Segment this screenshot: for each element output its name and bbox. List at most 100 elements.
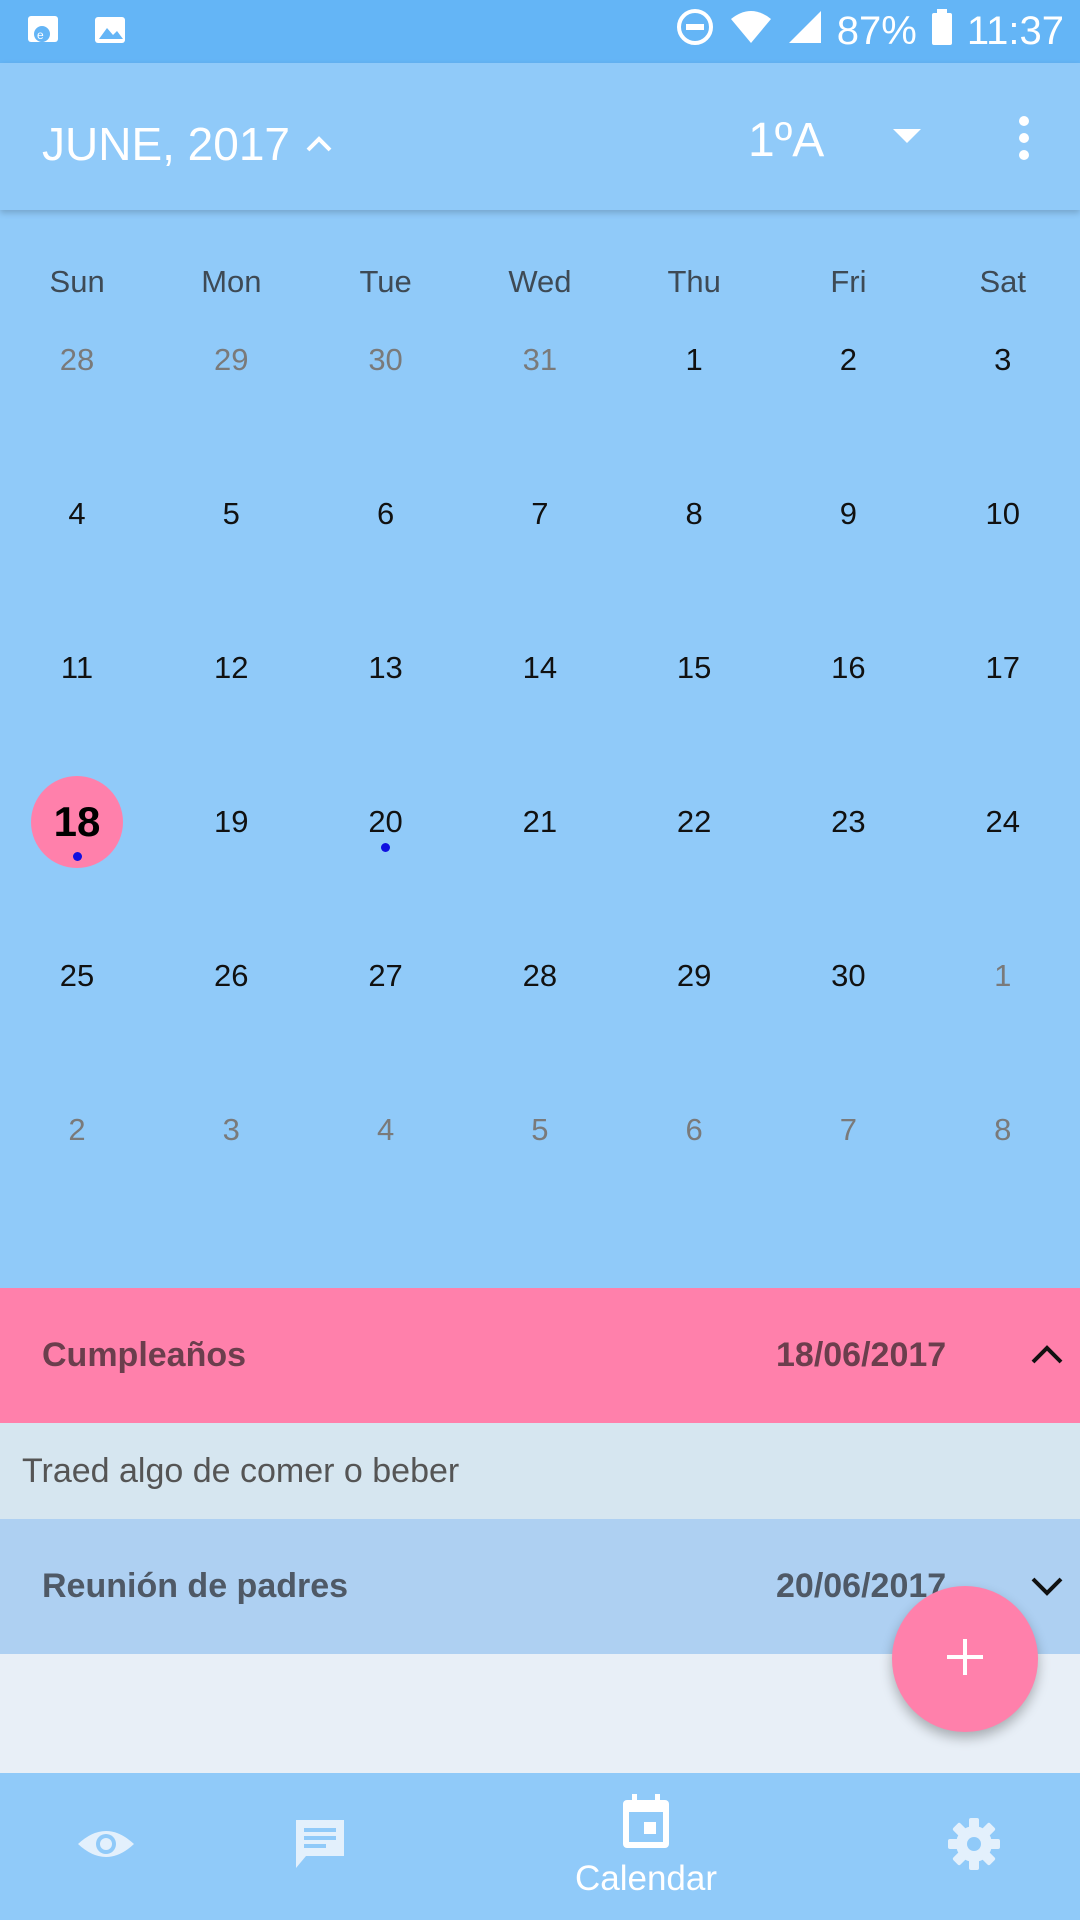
day-cell[interactable]: 7 bbox=[463, 464, 617, 564]
signal-icon bbox=[787, 9, 823, 55]
day-number: 8 bbox=[994, 1112, 1012, 1147]
day-cell[interactable]: 12 bbox=[154, 618, 308, 718]
clock: 11:37 bbox=[966, 9, 1064, 53]
nav-item-calendar[interactable]: Calendar bbox=[546, 1773, 746, 1920]
battery-percent: 87% bbox=[836, 9, 917, 53]
day-cell[interactable]: 29 bbox=[154, 310, 308, 410]
nav-item-messages[interactable] bbox=[260, 1773, 380, 1920]
day-number: 13 bbox=[368, 650, 403, 685]
day-cell[interactable]: 21 bbox=[463, 772, 617, 872]
day-cell[interactable]: 9 bbox=[771, 464, 925, 564]
day-cell[interactable]: 6 bbox=[617, 1080, 771, 1180]
day-cell[interactable]: 29 bbox=[617, 926, 771, 1026]
day-cell[interactable]: 24 bbox=[926, 772, 1080, 872]
day-cell[interactable]: 11 bbox=[0, 618, 154, 718]
dropdown-caret-icon[interactable] bbox=[893, 127, 921, 150]
day-number: 24 bbox=[985, 804, 1020, 839]
chevron-up-icon[interactable] bbox=[1030, 1336, 1064, 1375]
day-cell[interactable]: 13 bbox=[309, 618, 463, 718]
day-number: 12 bbox=[214, 650, 249, 685]
day-cell[interactable]: 22 bbox=[617, 772, 771, 872]
day-cell[interactable]: 28 bbox=[0, 310, 154, 410]
day-number: 4 bbox=[376, 1112, 395, 1147]
day-cell[interactable]: 4 bbox=[0, 464, 154, 564]
day-number: 2 bbox=[68, 1112, 86, 1147]
plus-icon bbox=[943, 1635, 987, 1684]
day-cell[interactable]: 31 bbox=[463, 310, 617, 410]
add-event-button[interactable] bbox=[892, 1586, 1038, 1732]
event-dot bbox=[72, 852, 82, 861]
day-number: 10 bbox=[985, 496, 1020, 531]
day-number: 21 bbox=[522, 804, 558, 839]
wifi-icon bbox=[729, 7, 773, 57]
day-cell[interactable]: 5 bbox=[463, 1080, 617, 1180]
day-cell[interactable]: 4 bbox=[309, 1080, 463, 1180]
event-item-header[interactable]: Cumpleaños 18/06/2017 bbox=[0, 1288, 1080, 1423]
day-cell[interactable]: 1 bbox=[926, 926, 1080, 1026]
day-number: 7 bbox=[531, 496, 549, 531]
day-cell[interactable]: 8 bbox=[617, 464, 771, 564]
event-title: Reunión de padres bbox=[42, 1567, 349, 1605]
day-cell[interactable]: 3 bbox=[154, 1080, 308, 1180]
event-title: Cumpleaños bbox=[42, 1336, 247, 1374]
month-title: JUNE, 2017 bbox=[42, 118, 291, 170]
day-number: 2 bbox=[839, 342, 858, 377]
day-cell[interactable]: 19 bbox=[154, 772, 308, 872]
calendar-grid: Sun Mon Tue Wed Thu Fri Sat 28 29 30 31 1 2 3 4… bbox=[0, 210, 1080, 1288]
weekday-header: Sun Mon Tue Wed Thu Fri Sat bbox=[0, 264, 1080, 300]
day-number: 1 bbox=[685, 342, 703, 377]
day-number: 20 bbox=[368, 804, 403, 839]
day-cell[interactable]: 25 bbox=[0, 926, 154, 1026]
day-cell[interactable]: 23 bbox=[771, 772, 925, 872]
app-notification-icon: e bbox=[26, 12, 62, 53]
event-description-text: Traed algo de comer o beber bbox=[22, 1451, 460, 1490]
day-number: 29 bbox=[676, 958, 712, 993]
day-number: 30 bbox=[368, 342, 403, 377]
day-cell[interactable]: 27 bbox=[309, 926, 463, 1026]
day-number: 4 bbox=[68, 496, 86, 531]
day-cell[interactable]: 14 bbox=[463, 618, 617, 718]
nav-item-settings[interactable] bbox=[914, 1773, 1034, 1920]
weekday-label: Fri bbox=[830, 264, 867, 299]
month-picker[interactable]: JUNE, 2017 bbox=[42, 117, 334, 171]
day-cell[interactable]: 20 bbox=[309, 772, 463, 872]
class-selector-value[interactable]: 1ºA bbox=[748, 113, 824, 168]
day-number: 6 bbox=[376, 496, 395, 531]
day-number: 7 bbox=[839, 1112, 858, 1147]
day-cell[interactable]: 2 bbox=[0, 1080, 154, 1180]
day-number: 5 bbox=[222, 496, 240, 531]
day-number: 30 bbox=[831, 958, 866, 993]
day-cell[interactable]: 26 bbox=[154, 926, 308, 1026]
day-cell[interactable]: 10 bbox=[926, 464, 1080, 564]
day-cell[interactable]: 6 bbox=[309, 464, 463, 564]
day-cell[interactable]: 1 bbox=[617, 310, 771, 410]
day-cell[interactable]: 15 bbox=[617, 618, 771, 718]
do-not-disturb-icon bbox=[675, 7, 715, 57]
weekday-label: Wed bbox=[508, 264, 572, 299]
day-cell[interactable]: 5 bbox=[154, 464, 308, 564]
day-number: 19 bbox=[214, 804, 249, 839]
nav-item-view[interactable] bbox=[46, 1773, 166, 1920]
chevron-down-icon[interactable] bbox=[1030, 1567, 1064, 1606]
more-vert-icon[interactable] bbox=[1004, 113, 1044, 163]
day-cell[interactable]: 16 bbox=[771, 618, 925, 718]
day-cell[interactable]: 17 bbox=[926, 618, 1080, 718]
day-cell[interactable]: 3 bbox=[926, 310, 1080, 410]
day-cell[interactable]: 30 bbox=[309, 310, 463, 410]
day-number: 28 bbox=[59, 342, 95, 377]
chevron-up-icon bbox=[304, 117, 334, 171]
app-bar: JUNE, 2017 1ºA bbox=[0, 63, 1080, 210]
day-cell[interactable]: 28 bbox=[463, 926, 617, 1026]
day-number: 26 bbox=[214, 958, 249, 993]
day-cell-today[interactable]: 18 bbox=[0, 772, 154, 872]
day-number: 8 bbox=[685, 496, 703, 531]
nav-label-calendar: Calendar bbox=[574, 1859, 718, 1898]
day-cell[interactable]: 2 bbox=[771, 310, 925, 410]
day-cell[interactable]: 8 bbox=[926, 1080, 1080, 1180]
day-cell[interactable]: 7 bbox=[771, 1080, 925, 1180]
day-cell[interactable]: 30 bbox=[771, 926, 925, 1026]
day-number: 22 bbox=[676, 804, 712, 839]
image-notification-icon bbox=[92, 12, 128, 53]
event-dot bbox=[381, 843, 391, 852]
day-number: 28 bbox=[522, 958, 558, 993]
